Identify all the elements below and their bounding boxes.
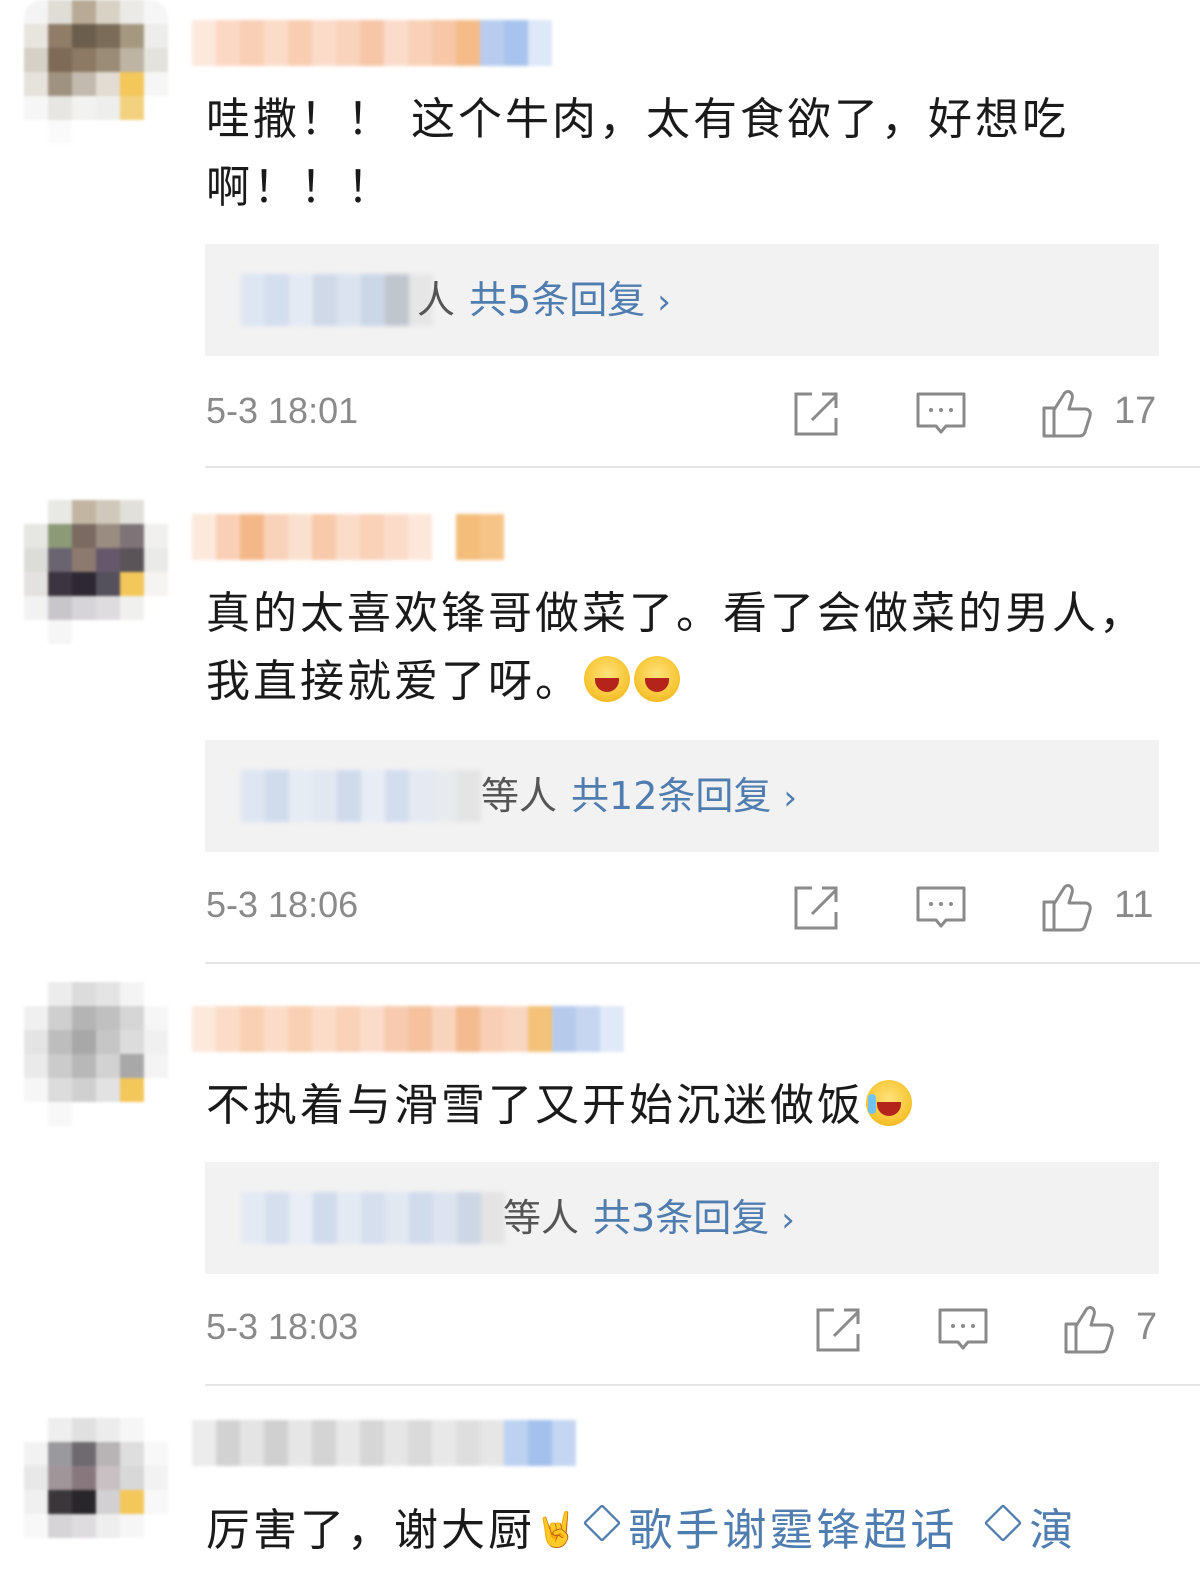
divider <box>205 962 1200 964</box>
comment-time: 5-3 18:06 <box>206 884 359 925</box>
comment-icon[interactable] <box>914 880 968 934</box>
comment-icon[interactable] <box>936 1302 990 1356</box>
reply-summary[interactable]: 等人 共3条回复 › <box>205 1162 1159 1274</box>
topic-label: 演 <box>1029 1505 1077 1556</box>
comment-meta: 5-3 18:01 17 <box>0 386 1200 446</box>
comment-meta: 5-3 18:03 7 <box>0 1302 1200 1362</box>
comment-text: 厉害了，谢大厨🤘 歌手谢霆锋超话 演 <box>206 1496 1166 1565</box>
laugh-emoji <box>584 656 630 702</box>
reply-summary[interactable]: 人共5条回复 › <box>205 244 1159 356</box>
reply-usernames-blurred <box>241 274 433 326</box>
share-icon[interactable] <box>812 1302 866 1356</box>
comment-text: 哇撒！！ 这个牛肉，太有食欲了，好想吃啊！！！ <box>206 86 1166 222</box>
diamond-icon <box>984 1503 1023 1543</box>
username-blurred[interactable] <box>192 1006 624 1052</box>
reply-prefix: 等人 <box>503 1196 580 1240</box>
avatar[interactable] <box>24 1418 168 1562</box>
chevron-right-icon: › <box>657 282 671 322</box>
topic-link[interactable]: 演 <box>981 1503 1077 1556</box>
share-icon[interactable] <box>790 386 844 440</box>
like-count: 7 <box>1136 1306 1158 1348</box>
share-icon[interactable] <box>790 880 844 934</box>
diamond-icon <box>583 1503 622 1543</box>
comment-time: 5-3 18:03 <box>206 1306 359 1347</box>
avatar[interactable] <box>24 982 168 1126</box>
thumbs-up-icon[interactable] <box>1040 880 1094 934</box>
comment-text: 真的太喜欢锋哥做菜了。看了会做菜的男人，我直接就爱了呀。 <box>206 580 1166 716</box>
reply-count-link[interactable]: 共3条回复 <box>593 1196 769 1240</box>
username-blurred[interactable] <box>192 20 552 66</box>
username-blurred[interactable] <box>192 514 504 560</box>
laugh-emoji <box>634 656 680 702</box>
chevron-right-icon: › <box>783 778 797 818</box>
topic-label: 歌手谢霆锋超话 <box>628 1505 958 1556</box>
reply-usernames-blurred <box>241 770 481 822</box>
comment-text-content: 厉害了，谢大厨 <box>206 1505 535 1556</box>
like-count: 11 <box>1114 884 1154 926</box>
like-count: 17 <box>1114 390 1157 432</box>
avatar[interactable] <box>24 0 168 144</box>
comment-text-content: 不执着与滑雪了又开始沉迷做饭 <box>206 1080 864 1131</box>
avatar[interactable] <box>24 500 168 644</box>
chevron-right-icon: › <box>781 1200 795 1240</box>
username-blurred[interactable] <box>192 1420 576 1466</box>
reply-prefix: 等人 <box>481 774 558 818</box>
topic-link[interactable]: 歌手谢霆锋超话 <box>580 1503 958 1556</box>
rock-hand-emoji: 🤘 <box>535 1510 581 1550</box>
thumbs-up-icon[interactable] <box>1040 386 1094 440</box>
comment-text-content: 哇撒！！ 这个牛肉，太有食欲了，好想吃啊！！！ <box>206 94 1069 213</box>
comment-text: 不执着与滑雪了又开始沉迷做饭 <box>206 1072 1166 1140</box>
reply-count-link[interactable]: 共12条回复 <box>571 774 771 818</box>
reply-summary[interactable]: 等人 共12条回复 › <box>205 740 1159 852</box>
reply-count-link[interactable]: 共5条回复 <box>469 278 645 322</box>
reply-usernames-blurred <box>241 1192 505 1244</box>
comment-meta: 5-3 18:06 11 <box>0 880 1200 940</box>
reply-prefix: 人 <box>417 278 456 322</box>
comment-time: 5-3 18:01 <box>206 390 359 431</box>
thumbs-up-icon[interactable] <box>1062 1302 1116 1356</box>
divider <box>205 466 1200 468</box>
comment-icon[interactable] <box>914 386 968 440</box>
laugh-cry-emoji <box>866 1080 912 1126</box>
divider <box>205 1384 1200 1386</box>
